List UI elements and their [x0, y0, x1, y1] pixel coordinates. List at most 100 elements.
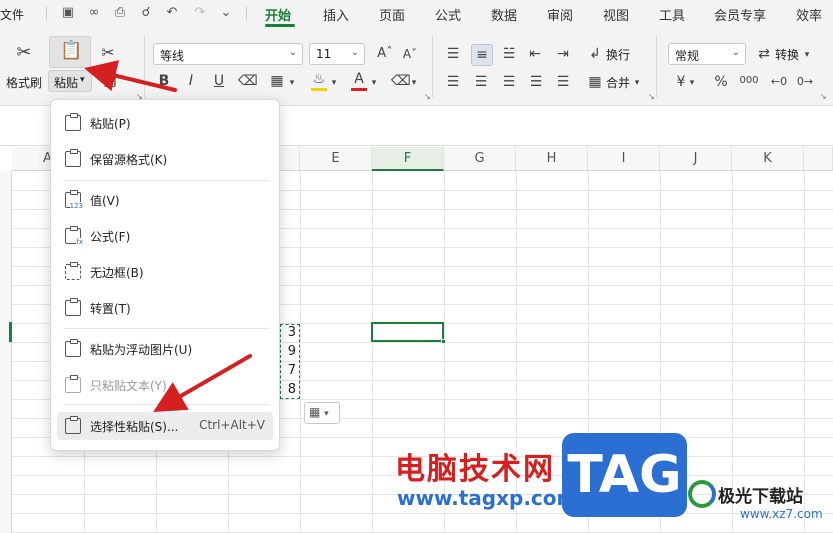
font-color-swatch [351, 88, 367, 91]
tab-view[interactable]: 视图 [603, 5, 629, 24]
paste-dropdown-menu: 粘贴(P) 保留源格式(K) 123 值(V) fx 公式(F) 无边框(B) … [50, 99, 280, 451]
save-icon[interactable]: ▣ [60, 5, 76, 21]
wrap-text-icon[interactable]: ↲ [586, 45, 604, 63]
menu-separator [63, 328, 269, 329]
column-header-l[interactable] [804, 147, 833, 171]
format-painter-icon[interactable]: ✂ [14, 44, 34, 62]
tab-home[interactable]: 开始 [265, 5, 291, 24]
align-top-icon[interactable]: ☰ [444, 45, 462, 63]
distributed-icon[interactable]: ☰ [554, 73, 572, 91]
column-header-e[interactable]: E [300, 147, 372, 171]
menu-item-paste-text-only[interactable]: 只粘贴文本(Y) [57, 371, 273, 399]
column-header-i[interactable]: I [588, 147, 660, 171]
row-header-strip[interactable] [0, 171, 12, 533]
menu-item-paste[interactable]: 粘贴(P) [57, 109, 273, 137]
paste-label[interactable]: 粘贴 [54, 74, 78, 91]
currency-button[interactable]: ¥ [674, 73, 688, 91]
menu-separator [63, 404, 269, 405]
paste-transpose-icon [65, 298, 81, 316]
undo-icon[interactable]: ↶ [164, 5, 180, 21]
border-icon[interactable]: ▦ [268, 72, 286, 90]
decrease-decimal-icon[interactable]: 0→ [796, 73, 814, 91]
grid-column-line [300, 171, 301, 533]
font-color-button[interactable]: A [350, 70, 368, 88]
separator [432, 36, 433, 98]
column-header-g[interactable]: G [444, 147, 516, 171]
menu-item-formula[interactable]: fx 公式(F) [57, 222, 273, 250]
convert-icon[interactable]: ⇄ [755, 45, 773, 63]
italic-button[interactable]: I [183, 72, 199, 90]
menu-item-label: 粘贴为浮动图片(U) [90, 343, 193, 357]
file-menu[interactable]: 文件 [0, 6, 24, 23]
dialog-launcher-icon[interactable]: ↘ [820, 92, 827, 101]
column-header-f[interactable]: F [372, 147, 444, 171]
menu-item-label: 无边框(B) [90, 266, 144, 280]
column-header-j[interactable]: J [660, 147, 732, 171]
font-size-select[interactable]: 11 ⌄ [309, 43, 365, 65]
align-left-icon[interactable]: ☰ [444, 73, 462, 91]
menu-item-transpose[interactable]: 转置(T) [57, 294, 273, 322]
bold-button[interactable]: B [156, 72, 172, 90]
grid-column-line [804, 171, 805, 533]
thousands-separator-button[interactable]: 000 [738, 72, 760, 90]
number-format-select[interactable]: 常规 ⌄ [668, 43, 746, 65]
separator [246, 6, 247, 20]
cut-icon[interactable]: ✂ [98, 44, 118, 62]
menu-item-paste-as-picture[interactable]: 粘贴为浮动图片(U) [57, 335, 273, 363]
values-badge: 123 [69, 202, 83, 210]
menu-item-values[interactable]: 123 值(V) [57, 186, 273, 214]
tab-insert[interactable]: 插入 [323, 5, 349, 24]
paste-text-icon [65, 375, 81, 393]
fill-handle[interactable] [441, 339, 446, 344]
format-painter-label[interactable]: 格式刷 [6, 74, 42, 91]
print-icon[interactable]: ⎙ [112, 5, 128, 21]
paste-special-icon [65, 416, 81, 434]
column-header-h[interactable]: H [516, 147, 588, 171]
tab-efficiency[interactable]: 效率 [796, 5, 822, 24]
paste-no-border-icon [65, 262, 81, 280]
increase-decimal-icon[interactable]: ←0 [770, 73, 788, 91]
indent-increase-icon[interactable]: ⇥ [554, 45, 572, 63]
dialog-launcher-icon[interactable]: ↘ [424, 92, 431, 101]
menu-item-no-border[interactable]: 无边框(B) [57, 258, 273, 286]
paste-options-button[interactable]: ▦ ▾ [304, 402, 340, 424]
tab-data[interactable]: 数据 [491, 5, 517, 24]
font-name-select[interactable]: 等线 ⌄ [153, 43, 303, 65]
fill-color-icon[interactable]: ♨ [310, 70, 328, 88]
copy-icon[interactable]: ❐ [100, 74, 120, 92]
dialog-launcher-icon[interactable]: ↘ [648, 92, 655, 101]
merge-icon[interactable]: ▦ [586, 73, 604, 91]
ribbon: ✂ 格式刷 📋 粘贴 ▾ ✂ ❐ ↘ 等线 ⌄ 11 ⌄ Aˆ Aˇ B I U… [0, 28, 833, 106]
link-icon[interactable]: ∞ [86, 5, 102, 21]
chevron-down-icon[interactable]: ⌄ [218, 5, 234, 21]
align-right-icon[interactable]: ☰ [500, 73, 518, 91]
align-bottom-icon[interactable]: ☱ [500, 45, 518, 63]
active-cell-f[interactable] [371, 322, 446, 344]
percent-button[interactable]: % [712, 73, 730, 91]
tab-tools[interactable]: 工具 [659, 5, 685, 24]
font-grow-icon[interactable]: Aˆ [376, 45, 394, 63]
print-preview-icon[interactable]: ☌ [138, 5, 154, 21]
column-header-k[interactable]: K [732, 147, 804, 171]
copy-marquee [280, 324, 300, 399]
tab-page[interactable]: 页面 [379, 5, 405, 24]
chevron-down-icon: ▾ [371, 78, 377, 88]
font-shrink-icon[interactable]: Aˇ [401, 45, 419, 63]
underline-button[interactable]: U [211, 72, 227, 90]
redo-icon[interactable]: ↷ [192, 5, 208, 21]
convert-label[interactable]: 转换 [775, 46, 799, 63]
eraser-icon[interactable]: ⌫ [391, 72, 411, 90]
indent-decrease-icon[interactable]: ⇤ [526, 45, 544, 63]
tab-member[interactable]: 会员专享 [714, 5, 766, 24]
wrap-text-label[interactable]: 换行 [606, 46, 630, 63]
menu-item-keep-source-format[interactable]: 保留源格式(K) [57, 145, 273, 173]
tab-review[interactable]: 审阅 [547, 5, 573, 24]
justify-icon[interactable]: ☰ [527, 73, 545, 91]
align-center-icon[interactable]: ☰ [472, 73, 490, 91]
merge-label[interactable]: 合并 [606, 74, 630, 91]
menu-item-label: 粘贴(P) [90, 117, 131, 131]
strikethrough-icon[interactable]: ⌫ [238, 72, 258, 90]
tab-formula[interactable]: 公式 [435, 5, 461, 24]
menu-item-paste-special[interactable]: 选择性粘贴(S)... Ctrl+Alt+V [57, 412, 273, 440]
clipboard-icon: 📋 [60, 40, 83, 61]
